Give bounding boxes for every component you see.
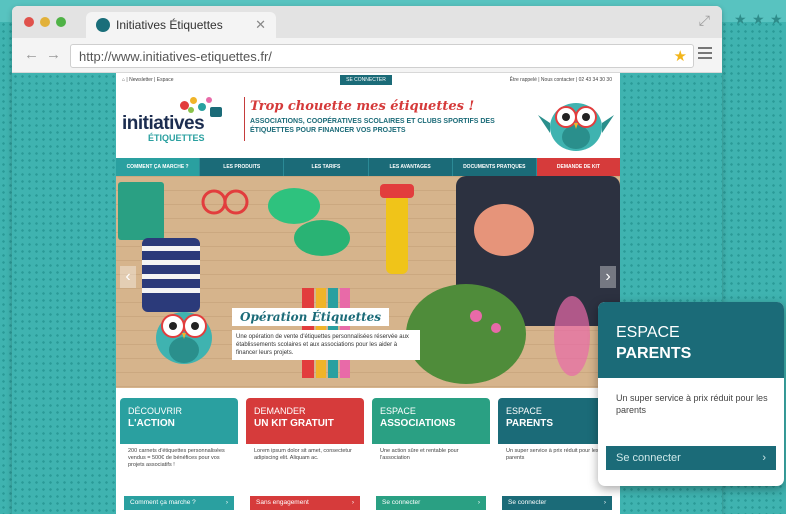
card-associations[interactable]: ESPACE ASSOCIATIONS Une action sûre et r… — [372, 398, 490, 514]
tab-title: Initiatives Étiquettes — [116, 18, 223, 32]
logo-text: initiatives — [122, 113, 205, 134]
website: ⌂ | Newsletter | Espace SE CONNECTER Êtr… — [116, 73, 621, 514]
chevron-right-icon: › — [351, 499, 354, 506]
feature-cards: DÉCOUVRIR L'ACTION 200 carnets d'étiquet… — [116, 398, 620, 514]
address-bar[interactable]: http://www.initiatives-etiquettes.fr/ ★ — [70, 44, 694, 68]
card-discover[interactable]: DÉCOUVRIR L'ACTION 200 carnets d'étiquet… — [120, 398, 238, 514]
popup-header: ESPACE PARENTS — [598, 302, 784, 378]
maximize-window-button[interactable] — [56, 17, 66, 27]
card-title-line2: ASSOCIATIONS — [380, 418, 456, 429]
card-title-line1: DÉCOUVRIR — [128, 406, 183, 416]
star-icon: ★ — [734, 11, 747, 27]
main-navigation: COMMENT ÇA MARCHE ? LES PRODUITS LES TAR… — [116, 158, 621, 176]
card-title-line1: DEMANDER — [254, 406, 306, 416]
utility-links-right[interactable]: Être rappelé | Nous contacter | 02 43 34… — [510, 77, 612, 83]
card-title-line1: ESPACE — [506, 406, 542, 416]
card-title-line1: ESPACE — [380, 406, 416, 416]
close-window-button[interactable] — [24, 17, 34, 27]
owl-mascot-icon — [538, 103, 614, 151]
card-description: Lorem ipsum dolor sit amet, consectetur … — [254, 448, 352, 461]
card-button-label: Comment ça marche ? — [130, 499, 196, 506]
nav-item-documents[interactable]: DOCUMENTS PRATIQUES — [452, 158, 537, 176]
card-description: Un super service à prix réduit pour les … — [506, 448, 599, 461]
top-connect-button[interactable]: SE CONNECTER — [340, 75, 392, 85]
popup-title-line1: ESPACE — [616, 324, 680, 341]
tagline: Trop chouette mes étiquettes ! — [250, 99, 475, 114]
logo-subtext: ÉTIQUETTES — [148, 133, 205, 143]
site-logo[interactable]: initiatives ÉTIQUETTES — [122, 95, 242, 145]
utility-links-left[interactable]: | Newsletter | Espace — [126, 77, 173, 83]
hero-next-arrow[interactable]: › — [600, 266, 616, 288]
fullscreen-icon[interactable]: ⤢ — [699, 12, 710, 29]
hero-owl-icon — [156, 312, 212, 364]
card-description: 200 carnets d'étiquettes personnalisées … — [128, 448, 225, 468]
card-title-line2: UN KIT GRATUIT — [254, 418, 334, 429]
operation-callout: Opération Étiquettes Une opération de ve… — [224, 308, 420, 372]
favicon-icon — [96, 18, 110, 32]
nav-item-advantages[interactable]: LES AVANTAGES — [368, 158, 453, 176]
card-header: DÉCOUVRIR L'ACTION — [120, 398, 238, 444]
title-bar: Initiatives Étiquettes ✕ ⤢ — [12, 6, 722, 38]
card-button-label: Se connecter — [508, 499, 547, 506]
utility-bar: ⌂ | Newsletter | Espace SE CONNECTER Êtr… — [116, 73, 620, 87]
card-button-label: Se connecter — [382, 499, 421, 506]
chevron-right-icon: › — [225, 499, 228, 506]
chevron-right-icon: › — [762, 452, 766, 464]
home-icon[interactable]: ⌂ — [122, 77, 125, 83]
hero-banner: ‹ › Opération Étiquettes Une opération d… — [116, 176, 620, 388]
bookmark-star-icon[interactable]: ★ — [674, 47, 687, 65]
card-title-line2: PARENTS — [506, 418, 554, 429]
card-header: DEMANDER UN KIT GRATUIT — [246, 398, 364, 444]
parents-login-button[interactable]: Se connecter › — [502, 496, 612, 510]
no-commitment-button[interactable]: Sans engagement › — [250, 496, 360, 510]
card-header: ESPACE ASSOCIATIONS — [372, 398, 490, 444]
minimize-window-button[interactable] — [40, 17, 50, 27]
header-divider — [244, 97, 245, 141]
back-arrow-icon[interactable]: ← — [24, 46, 39, 63]
operation-text: Une opération de vente d'étiquettes pers… — [232, 330, 420, 360]
utility-left: ⌂ | Newsletter | Espace — [122, 77, 173, 83]
popup-button-label: Se connecter — [616, 452, 681, 464]
card-title-line2: L'ACTION — [128, 418, 175, 429]
popup-title-line2: PARENTS — [616, 345, 692, 362]
operation-title: Opération Étiquettes — [232, 308, 390, 326]
star-icon: ★ — [752, 11, 765, 27]
parents-space-popup[interactable]: ESPACE PARENTS Un super service à prix r… — [598, 302, 784, 486]
chevron-right-icon: › — [477, 499, 480, 506]
popup-login-button[interactable]: Se connecter › — [606, 446, 776, 470]
nav-item-prices[interactable]: LES TARIFS — [284, 158, 369, 176]
nav-item-products[interactable]: LES PRODUITS — [200, 158, 285, 176]
url-text: http://www.initiatives-etiquettes.fr/ — [79, 49, 272, 64]
browser-menu-icon[interactable] — [698, 47, 712, 62]
forward-arrow-icon[interactable]: → — [46, 46, 61, 63]
browser-toolbar: ← → http://www.initiatives-etiquettes.fr… — [12, 38, 722, 73]
headline: ASSOCIATIONS, COOPÉRATIVES SCOLAIRES ET … — [250, 118, 495, 134]
associations-login-button[interactable]: Se connecter › — [376, 496, 486, 510]
chevron-right-icon: › — [603, 499, 606, 506]
card-description: Une action sûre et rentable pour l'assoc… — [380, 448, 459, 461]
star-icon: ★ — [770, 11, 783, 27]
browser-tab[interactable]: Initiatives Étiquettes ✕ — [86, 12, 276, 38]
hero-prev-arrow[interactable]: ‹ — [120, 266, 136, 288]
nav-item-how-it-works[interactable]: COMMENT ÇA MARCHE ? — [116, 158, 201, 176]
card-button-label: Sans engagement — [256, 499, 309, 506]
how-it-works-button[interactable]: Comment ça marche ? › — [124, 496, 234, 510]
close-tab-icon[interactable]: ✕ — [255, 17, 266, 33]
popup-description: Un super service à prix réduit pour les … — [616, 393, 768, 415]
nav-item-kit-request[interactable]: DEMANDE DE KIT — [536, 158, 621, 176]
card-request-kit[interactable]: DEMANDER UN KIT GRATUIT Lorem ipsum dolo… — [246, 398, 364, 514]
